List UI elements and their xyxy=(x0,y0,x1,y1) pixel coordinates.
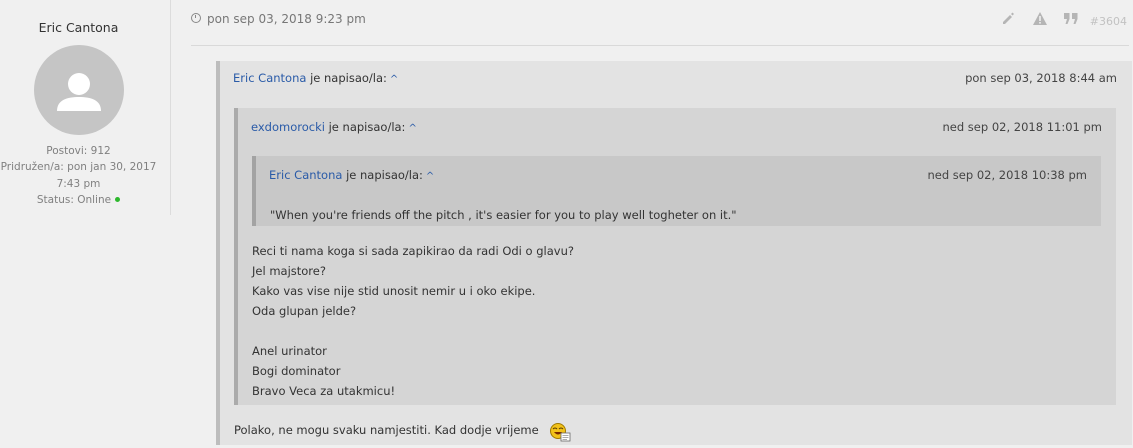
post-count: Postovi: 912 xyxy=(46,145,111,157)
quote1-wrote-label: je napisao/la: xyxy=(310,71,387,85)
post-header: pon sep 03, 2018 9:23 pm #3604 xyxy=(191,0,1129,46)
online-status-dot-icon xyxy=(115,197,121,203)
user-profile-panel: Eric Cantona Postovi: 912 Pridružen/a: p… xyxy=(0,0,171,215)
quote3-body: "When you're friends off the pitch , it'… xyxy=(270,208,737,222)
quote2-body: Reci ti nama koga si sada zapikirao da r… xyxy=(252,244,574,398)
quote-level-3: Eric Cantona je napisao/la: ^ ned sep 02,… xyxy=(252,156,1101,226)
post-date-row: pon sep 03, 2018 9:23 pm xyxy=(191,12,366,26)
quote-level-2: exdomorocki je napisao/la: ^ ned sep 02, … xyxy=(234,108,1116,405)
quote2-date: ned sep 02, 2018 11:01 pm xyxy=(942,120,1102,134)
quote2-jump-up-link[interactable]: ^ xyxy=(408,123,416,134)
post-date: pon sep 03, 2018 9:23 pm xyxy=(207,12,366,26)
post-reply-text: Polako, ne mogu svaku namjestiti. Kad do… xyxy=(234,423,539,437)
profile-username[interactable]: Eric Cantona xyxy=(0,20,157,35)
status-line: Status: Online xyxy=(0,192,157,208)
quote3-author-link[interactable]: Eric Cantona xyxy=(269,168,342,182)
quote-icon[interactable] xyxy=(1064,13,1078,29)
quote1-header: Eric Cantona je napisao/la: ^ xyxy=(233,71,398,85)
post-actions: #3604 xyxy=(987,11,1127,29)
quote3-jump-up-link[interactable]: ^ xyxy=(426,171,434,182)
joined-date: Pridružen/a: pon jan 30, 2017 xyxy=(0,161,157,174)
profile-info: Postovi: 912 Pridružen/a: pon jan 30, 20… xyxy=(0,143,157,208)
post-reply-text-row: Polako, ne mogu svaku namjestiti. Kad do… xyxy=(234,420,571,441)
status-label: Status: Online xyxy=(36,193,112,206)
quote2-wrote-label: je napisao/la: xyxy=(328,120,406,134)
quote2-author-link[interactable]: exdomorocki xyxy=(251,120,325,134)
quote3-date: ned sep 02, 2018 10:38 pm xyxy=(927,168,1087,182)
quote1-date: pon sep 03, 2018 8:44 am xyxy=(965,71,1117,85)
quote3-wrote-label: je napisao/la: xyxy=(346,168,423,182)
quote1-author-link[interactable]: Eric Cantona xyxy=(233,71,306,85)
default-avatar-icon xyxy=(57,73,101,111)
quote3-header: Eric Cantona je napisao/la: ^ xyxy=(269,168,434,182)
avatar[interactable] xyxy=(34,45,124,135)
pencil-icon[interactable] xyxy=(1001,11,1015,29)
joined-time: 7:43 pm xyxy=(56,177,101,190)
quote1-jump-up-link[interactable]: ^ xyxy=(390,74,398,85)
laughing-smiley-icon xyxy=(549,422,571,441)
post-number-link[interactable]: #3604 xyxy=(1090,15,1127,28)
clock-icon xyxy=(191,13,201,23)
warning-icon[interactable] xyxy=(1032,12,1047,29)
quote2-header: exdomorocki je napisao/la: ^ xyxy=(251,120,417,134)
